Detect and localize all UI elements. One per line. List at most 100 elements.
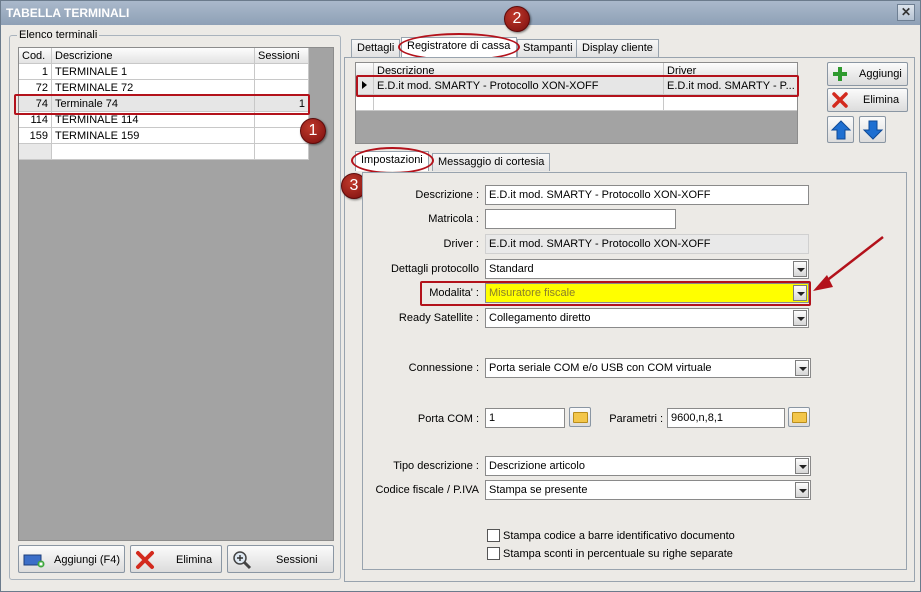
connessione-select[interactable]: Porta seriale COM e/o USB con COM virtua…: [485, 358, 811, 378]
annotation-arrow: [813, 236, 884, 291]
row-cod: 159: [19, 128, 52, 144]
delete-register-label: Elimina: [863, 94, 900, 106]
register-row-empty[interactable]: [356, 95, 797, 111]
arrow-up-icon: [830, 120, 852, 140]
barcode-checkbox-label[interactable]: Stampa codice a barre identificativo doc…: [503, 528, 735, 544]
row-cod: 1: [19, 64, 52, 80]
row-descrizione: TERMINALE 72: [52, 80, 255, 96]
terminals-group-label: Elenco terminali: [17, 29, 100, 41]
tab-messaggio-di-cortesia[interactable]: Messaggio di cortesia: [432, 153, 551, 171]
matricola-field[interactable]: [485, 209, 676, 229]
porta-com-field[interactable]: 1: [485, 408, 565, 428]
barcode-checkbox[interactable]: [487, 529, 500, 542]
row-descrizione: TERMINALE 114: [52, 112, 255, 128]
add-terminal-button[interactable]: Aggiungi (F4): [18, 545, 125, 573]
move-down-button[interactable]: [859, 116, 886, 143]
chevron-down-icon[interactable]: [795, 458, 809, 474]
register-row-descrizione: E.D.it mod. SMARTY - Protocollo XON-XOFF: [374, 77, 664, 95]
delete-terminal-button[interactable]: Elimina: [130, 545, 222, 573]
chevron-down-icon[interactable]: [795, 482, 809, 498]
sessions-label: Sessioni: [276, 554, 318, 566]
tab-stampanti[interactable]: Stampanti: [517, 39, 579, 57]
tab-display-cliente[interactable]: Display cliente: [576, 39, 659, 57]
terminals-grid-header: Cod. Descrizione Sessioni: [19, 48, 309, 64]
terminal-table-window: TABELLA TERMINALI ✕ Elenco terminali Cod…: [0, 0, 921, 592]
row-sessioni: 1: [255, 96, 309, 112]
folder-icon: [573, 412, 588, 423]
chevron-down-icon[interactable]: [795, 360, 809, 376]
ready-satellite-label: Ready Satellite :: [398, 312, 479, 324]
move-up-button[interactable]: [827, 116, 854, 143]
discount-checkbox[interactable]: [487, 547, 500, 560]
table-row-empty[interactable]: [19, 144, 309, 160]
close-button[interactable]: ✕: [897, 4, 915, 21]
porta-com-label: Porta COM :: [417, 413, 479, 425]
row-cod: 72: [19, 80, 52, 96]
register-row-descrizione-empty: [374, 95, 664, 111]
register-row-driver: E.D.it mod. SMARTY - P...: [664, 77, 797, 95]
chevron-down-icon[interactable]: [793, 310, 807, 326]
terminals-grid[interactable]: Cod. Descrizione Sessioni 1 TERMINALE 1 …: [18, 47, 334, 541]
table-row-selected[interactable]: 74 Terminale 74 1: [19, 96, 309, 112]
table-row[interactable]: 159 TERMINALE 159: [19, 128, 309, 144]
parametri-browse-button[interactable]: [788, 407, 810, 427]
add-terminal-label: Aggiungi (F4): [54, 554, 121, 566]
register-row-driver-empty: [664, 95, 797, 111]
connessione-value: Porta seriale COM e/o USB con COM virtua…: [489, 362, 712, 374]
register-row-selected[interactable]: E.D.it mod. SMARTY - Protocollo XON-XOFF…: [356, 77, 797, 95]
chevron-down-icon[interactable]: [793, 285, 807, 301]
discount-checkbox-label[interactable]: Stampa sconti in percentuale su righe se…: [503, 546, 733, 562]
descrizione-field[interactable]: E.D.it mod. SMARTY - Protocollo XON-XOFF: [485, 185, 809, 205]
folder-icon: [792, 412, 807, 423]
keyboard-add-icon: [23, 554, 45, 568]
row-sessioni: [255, 64, 309, 80]
tipo-descrizione-label: Tipo descrizione :: [393, 460, 479, 472]
tab-dettagli[interactable]: Dettagli: [351, 39, 401, 57]
codice-fiscale-value: Stampa se presente: [489, 484, 588, 496]
dettagli-protocollo-label: Dettagli protocollo: [390, 263, 479, 275]
col-sessioni-header[interactable]: Sessioni: [255, 48, 309, 64]
badge-1: 1: [300, 118, 326, 144]
red-x-icon: [136, 551, 154, 569]
connessione-label: Connessione :: [408, 362, 479, 374]
tab-registratore-di-cassa[interactable]: Registratore di cassa: [401, 37, 517, 57]
modalita-select[interactable]: Misuratore fiscale: [485, 283, 809, 303]
table-row[interactable]: 1 TERMINALE 1: [19, 64, 309, 80]
table-row[interactable]: 114 TERMINALE 114: [19, 112, 309, 128]
sessions-button[interactable]: Sessioni: [227, 545, 334, 573]
row-descrizione: TERMINALE 159: [52, 128, 255, 144]
row-sessioni-empty: [255, 144, 309, 160]
row-descrizione: TERMINALE 1: [52, 64, 255, 80]
codice-fiscale-label: Codice fiscale / P.IVA: [375, 484, 479, 496]
red-x-icon: [832, 92, 848, 108]
row-sessioni: [255, 80, 309, 96]
window-title: TABELLA TERMINALI: [1, 1, 920, 25]
magnifier-icon: [233, 551, 252, 570]
ready-satellite-value: Collegamento diretto: [489, 312, 591, 324]
ready-satellite-select[interactable]: Collegamento diretto: [485, 308, 809, 328]
dettagli-protocollo-value: Standard: [489, 263, 534, 275]
row-descrizione: Terminale 74: [52, 96, 255, 112]
add-register-button[interactable]: Aggiungi: [827, 62, 908, 86]
col-descrizione-header[interactable]: Descrizione: [52, 48, 255, 64]
row-cod-empty: [19, 144, 52, 160]
badge-2: 2: [504, 6, 530, 32]
parametri-label: Parametri :: [609, 413, 663, 425]
dettagli-protocollo-select[interactable]: Standard: [485, 259, 809, 279]
col-cod-header[interactable]: Cod.: [19, 48, 52, 64]
row-cod: 114: [19, 112, 52, 128]
delete-register-button[interactable]: Elimina: [827, 88, 908, 112]
parametri-field[interactable]: 9600,n,8,1: [667, 408, 785, 428]
register-grid[interactable]: Descrizione Driver E.D.it mod. SMARTY - …: [355, 62, 798, 144]
matricola-label: Matricola :: [428, 213, 479, 225]
row-indicator-empty: [356, 95, 374, 111]
tipo-descrizione-select[interactable]: Descrizione articolo: [485, 456, 811, 476]
codice-fiscale-select[interactable]: Stampa se presente: [485, 480, 811, 500]
tipo-descrizione-value: Descrizione articolo: [489, 460, 585, 472]
chevron-down-icon[interactable]: [793, 261, 807, 277]
table-row[interactable]: 72 TERMINALE 72: [19, 80, 309, 96]
green-plus-icon: [833, 67, 847, 81]
driver-field: E.D.it mod. SMARTY - Protocollo XON-XOFF: [485, 234, 809, 254]
porta-com-browse-button[interactable]: [569, 407, 591, 427]
tab-impostazioni[interactable]: Impostazioni: [355, 151, 429, 171]
